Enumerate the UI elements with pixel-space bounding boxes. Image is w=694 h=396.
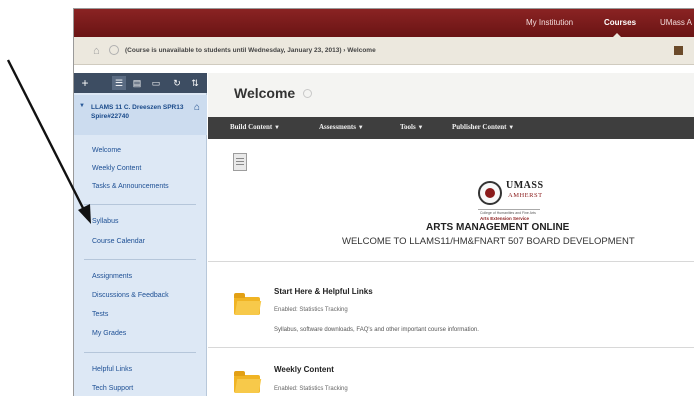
page-header: Welcome (208, 73, 694, 117)
sidebar-item-helpful-links[interactable]: Helpful Links (92, 366, 132, 373)
sidebar-item-discussions-feedback[interactable]: Discussions & Feedback (92, 292, 169, 299)
folder-icon (234, 293, 260, 315)
assessments-menu[interactable]: Assessments ▼ (319, 123, 364, 131)
tools-menu[interactable]: Tools ▼ (400, 123, 423, 131)
reload-icon[interactable]: ↻ (170, 76, 184, 90)
publisher-content-label: Publisher Content (452, 123, 507, 131)
edit-mode-icon[interactable] (674, 46, 683, 55)
content-item-meta: Enabled: Statistics Tracking (274, 386, 348, 392)
sidebar-toolbar: + ☰ ▤ ▭ ↻ ⇅ (74, 73, 207, 93)
sidebar-item-tests[interactable]: Tests (92, 311, 108, 318)
top-navigation-bar: My Institution Courses UMass A (74, 9, 694, 38)
refresh-icon[interactable] (109, 45, 119, 55)
folder-icon (234, 371, 260, 393)
banner-heading: ARTS MANAGEMENT ONLINE (426, 222, 570, 233)
browser-screenshot: My Institution Courses UMass A ⌂ (Course… (73, 8, 694, 396)
home-icon[interactable]: ⌂ (93, 45, 105, 57)
tools-label: Tools (400, 123, 416, 131)
banner-welcome-text: WELCOME TO LLAMS11/HM&FNART 507 BOARD DE… (342, 236, 635, 247)
umass-logo-text: UMASS (506, 180, 544, 191)
content-divider (208, 347, 694, 348)
sidebar-divider (84, 259, 196, 260)
collapse-arrow-icon[interactable]: ▼ (79, 103, 85, 109)
page-title: Welcome (234, 85, 296, 101)
list-view-icon[interactable]: ☰ (112, 76, 126, 90)
sidebar-divider (84, 352, 196, 353)
sidebar-divider (84, 204, 196, 205)
sort-icon[interactable]: ⇅ (188, 76, 202, 90)
nav-courses[interactable]: Courses (604, 18, 636, 27)
breadcrumb-bar: ⌂ (Course is unavailable to students unt… (74, 37, 694, 65)
breadcrumb: (Course is unavailable to students until… (125, 47, 376, 54)
page: My Institution Courses UMass A ⌂ (Course… (0, 0, 694, 396)
course-home-icon[interactable]: ⌂ (194, 102, 200, 113)
sidebar-item-tech-support[interactable]: Tech Support (92, 385, 133, 392)
umass-seal-icon (478, 181, 502, 205)
chevron-down-icon: ▼ (357, 125, 364, 131)
publisher-content-menu[interactable]: Publisher Content ▼ (452, 123, 514, 131)
nav-my-institution[interactable]: My Institution (526, 18, 573, 27)
action-bar: Build Content ▼ Assessments ▼ Tools ▼ Pu… (208, 117, 694, 139)
course-title[interactable]: LLAMS 11 C. Dreeszen SPR13 Spire#22740 (91, 103, 189, 121)
chevron-down-icon: ▼ (508, 125, 515, 131)
logo-divider (478, 209, 540, 210)
sidebar-item-my-grades[interactable]: My Grades (92, 330, 126, 337)
nav-umass[interactable]: UMass A (660, 18, 692, 27)
assessments-label: Assessments (319, 123, 356, 131)
sidebar-item-weekly-content[interactable]: Weekly Content (92, 165, 141, 172)
course-menu-sidebar: + ☰ ▤ ▭ ↻ ⇅ ▼ LLAMS 11 C. Dreeszen SPR13… (74, 73, 207, 396)
content-item-description: Syllabus, software downloads, FAQ's and … (274, 327, 479, 333)
course-header: ▼ LLAMS 11 C. Dreeszen SPR13 Spire#22740… (74, 95, 207, 135)
add-menu-item-icon[interactable]: + (78, 76, 92, 90)
folder-view-icon[interactable]: ▤ (130, 76, 144, 90)
sidebar-item-course-calendar[interactable]: Course Calendar (92, 238, 145, 245)
content-item-meta: Enabled: Statistics Tracking (274, 307, 348, 313)
chevron-down-icon: ▼ (417, 125, 424, 131)
build-content-menu[interactable]: Build Content ▼ (230, 123, 280, 131)
chevron-down-icon: ▼ (273, 125, 280, 131)
options-icon[interactable] (303, 89, 312, 98)
extension-service-text: Arts Extension Service (480, 216, 530, 221)
new-window-icon[interactable]: ▭ (149, 76, 163, 90)
document-icon (233, 153, 247, 171)
content-item-title[interactable]: Weekly Content (274, 365, 334, 374)
sidebar-item-syllabus[interactable]: Syllabus (92, 218, 118, 225)
content-divider (208, 261, 694, 262)
sidebar-item-assignments[interactable]: Assignments (92, 273, 132, 280)
content-item-title[interactable]: Start Here & Helpful Links (274, 287, 373, 296)
content-area: Welcome Build Content ▼ Assessments ▼ To… (208, 73, 694, 396)
amherst-logo-text: AMHERST (508, 192, 543, 199)
build-content-label: Build Content (230, 123, 273, 131)
sidebar-item-tasks-announcements[interactable]: Tasks & Announcements (92, 183, 169, 190)
college-text: College of Humanities and Fine Arts (480, 211, 536, 215)
sidebar-item-welcome[interactable]: Welcome (92, 147, 121, 154)
